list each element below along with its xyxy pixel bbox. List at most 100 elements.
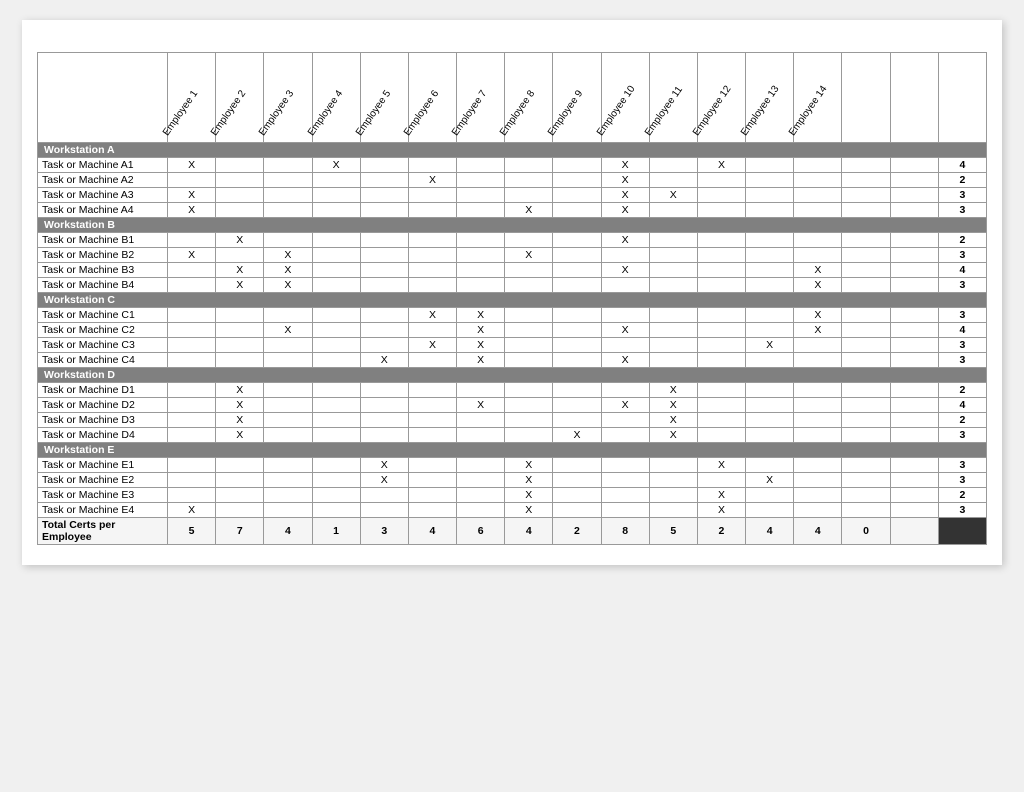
mark-cell [505, 383, 553, 398]
task-name: Task or Machine A2 [38, 173, 168, 188]
mark-cell [890, 158, 938, 173]
mark-cell [649, 488, 697, 503]
mark-cell: X [360, 458, 408, 473]
mark-cell [168, 308, 216, 323]
mark-cell [457, 203, 505, 218]
mark-cell: X [601, 233, 649, 248]
task-count: 3 [938, 278, 986, 293]
mark-cell [842, 353, 890, 368]
mark-cell [697, 278, 745, 293]
mark-cell [746, 248, 794, 263]
mark-cell [312, 248, 360, 263]
mark-cell: X [746, 473, 794, 488]
mark-cell [168, 353, 216, 368]
mark-cell [168, 488, 216, 503]
mark-cell [264, 203, 312, 218]
task-name: Task or Machine B2 [38, 248, 168, 263]
mark-cell [264, 233, 312, 248]
mark-cell [312, 233, 360, 248]
totals-label: Total Certs per Employee [38, 518, 168, 545]
mark-cell [360, 488, 408, 503]
mark-cell [216, 473, 264, 488]
task-count: 2 [938, 488, 986, 503]
mark-cell [601, 308, 649, 323]
mark-cell [890, 383, 938, 398]
mark-cell [408, 473, 456, 488]
mark-cell [360, 173, 408, 188]
task-count: 3 [938, 458, 986, 473]
mark-cell [168, 278, 216, 293]
mark-cell [842, 503, 890, 518]
employee-header-6: Employee 6 [408, 53, 456, 143]
mark-cell [505, 263, 553, 278]
mark-cell [312, 383, 360, 398]
mark-cell: X [360, 353, 408, 368]
mark-cell [746, 383, 794, 398]
total-value: 2 [697, 518, 745, 545]
mark-cell [457, 263, 505, 278]
total-value [890, 518, 938, 545]
task-count: 2 [938, 173, 986, 188]
mark-cell [457, 278, 505, 293]
mark-cell: X [216, 428, 264, 443]
employee-header-3: Employee 3 [264, 53, 312, 143]
mark-cell [842, 203, 890, 218]
task-row: Task or Machine C3XXX3 [38, 338, 987, 353]
mark-cell [312, 428, 360, 443]
training-matrix-table: Employee 1Employee 2Employee 3Employee 4… [37, 52, 987, 545]
mark-cell [505, 188, 553, 203]
task-count: 2 [938, 383, 986, 398]
task-count: 3 [938, 503, 986, 518]
task-name: Task or Machine D2 [38, 398, 168, 413]
mark-cell [649, 458, 697, 473]
mark-cell [216, 458, 264, 473]
employee-header-5: Employee 5 [360, 53, 408, 143]
mark-cell [264, 353, 312, 368]
mark-cell [890, 263, 938, 278]
employee-header-10: Employee 10 [601, 53, 649, 143]
mark-cell [312, 503, 360, 518]
task-name: Task or Machine A1 [38, 158, 168, 173]
mark-cell [890, 398, 938, 413]
mark-cell [842, 398, 890, 413]
mark-cell: X [216, 413, 264, 428]
task-count: 2 [938, 413, 986, 428]
mark-cell: X [649, 188, 697, 203]
task-row: Task or Machine C4XXX3 [38, 353, 987, 368]
task-row: Task or Machine B2XXX3 [38, 248, 987, 263]
task-name: Task or Machine E3 [38, 488, 168, 503]
mark-cell: X [601, 263, 649, 278]
mark-cell [890, 413, 938, 428]
mark-cell [794, 248, 842, 263]
mark-cell [505, 398, 553, 413]
mark-cell [360, 503, 408, 518]
mark-cell [457, 233, 505, 248]
mark-cell [746, 233, 794, 248]
task-count: 3 [938, 428, 986, 443]
task-count: 3 [938, 353, 986, 368]
mark-cell: X [312, 158, 360, 173]
mark-cell [649, 158, 697, 173]
mark-cell [649, 308, 697, 323]
mark-cell [794, 173, 842, 188]
mark-cell [505, 173, 553, 188]
total-value: 6 [457, 518, 505, 545]
mark-cell [216, 503, 264, 518]
mark-cell [312, 173, 360, 188]
mark-cell [408, 383, 456, 398]
task-name: Task or Machine E2 [38, 473, 168, 488]
mark-cell [697, 173, 745, 188]
mark-cell [360, 188, 408, 203]
mark-cell [842, 278, 890, 293]
mark-cell [457, 473, 505, 488]
employee-header-1: Employee 1 [168, 53, 216, 143]
mark-cell [408, 188, 456, 203]
mark-cell [360, 308, 408, 323]
total-value: 2 [553, 518, 601, 545]
total-value: 1 [312, 518, 360, 545]
mark-cell [553, 353, 601, 368]
workstation-row-5: Workstation E [38, 443, 987, 458]
mark-cell [264, 488, 312, 503]
mark-cell [408, 428, 456, 443]
mark-cell [457, 458, 505, 473]
